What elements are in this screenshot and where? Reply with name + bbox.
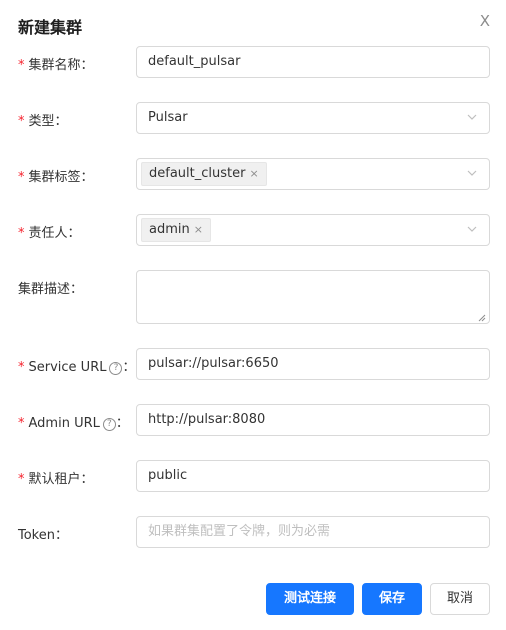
- new-cluster-dialog: 新建集群 X * 集群名称： default_pulsar * 类型： Pulsar…: [0, 0, 506, 630]
- description-label: 集群描述：: [18, 282, 84, 297]
- cancel-button[interactable]: 取消: [430, 583, 490, 615]
- tag-default-cluster: default_cluster ×: [141, 162, 267, 186]
- dialog-title: 新建集群: [18, 18, 83, 37]
- admin-url-label: * Admin URL?：: [18, 416, 129, 431]
- default-tenant-input[interactable]: public: [136, 460, 490, 492]
- default-tenant-label: * 默认租户：: [18, 472, 94, 487]
- question-circle-icon[interactable]: ?: [102, 418, 116, 431]
- service-url-label: * Service URL?：: [18, 360, 136, 375]
- save-button[interactable]: 保存: [362, 583, 422, 615]
- type-select[interactable]: Pulsar: [136, 102, 490, 134]
- required-mark: *: [18, 170, 25, 185]
- tag-remove-icon[interactable]: ×: [249, 167, 258, 180]
- question-circle-icon[interactable]: ?: [109, 362, 123, 375]
- token-label: Token：: [18, 528, 68, 543]
- cluster-name-input[interactable]: default_pulsar: [136, 46, 490, 78]
- admin-url-input[interactable]: http://pulsar:8080: [136, 404, 490, 436]
- tag-remove-icon[interactable]: ×: [194, 223, 203, 236]
- required-mark: *: [18, 114, 25, 129]
- token-placeholder: 如果群集配置了令牌，则为必需: [148, 524, 331, 539]
- owner-select[interactable]: admin ×: [136, 214, 490, 246]
- required-mark: *: [18, 226, 25, 241]
- chevron-down-icon: [467, 114, 477, 120]
- tag-admin: admin ×: [141, 218, 211, 242]
- chevron-down-icon: [467, 226, 477, 232]
- required-mark: *: [18, 360, 25, 375]
- required-mark: *: [18, 416, 25, 431]
- resize-handle-icon[interactable]: [478, 314, 486, 322]
- cluster-tags-label: * 集群标签：: [18, 170, 94, 185]
- cluster-name-label: * 集群名称：: [18, 58, 94, 73]
- cluster-tags-select[interactable]: default_cluster ×: [136, 158, 490, 190]
- test-connection-button[interactable]: 测试连接: [266, 583, 354, 615]
- type-label: * 类型：: [18, 114, 68, 129]
- chevron-down-icon: [467, 170, 477, 176]
- required-mark: *: [18, 472, 25, 487]
- owner-label: * 责任人：: [18, 226, 81, 241]
- description-textarea[interactable]: [136, 270, 490, 324]
- service-url-input[interactable]: pulsar://pulsar:6650: [136, 348, 490, 380]
- close-icon[interactable]: X: [480, 12, 490, 30]
- token-input[interactable]: 如果群集配置了令牌，则为必需: [136, 516, 490, 548]
- required-mark: *: [18, 58, 25, 73]
- type-select-value: Pulsar: [148, 110, 188, 125]
